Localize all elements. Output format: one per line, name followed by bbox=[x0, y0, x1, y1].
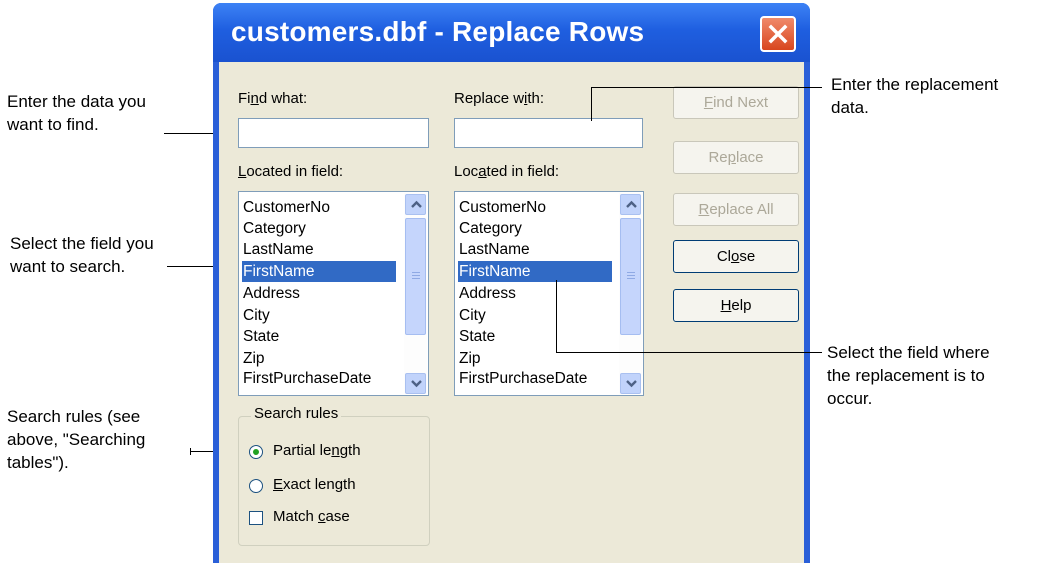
scroll-thumb[interactable] bbox=[405, 218, 426, 335]
chevron-up-icon bbox=[626, 200, 637, 208]
replace-field-listbox[interactable]: CustomerNo Category LastName FirstName A… bbox=[454, 191, 644, 396]
find-field-label: Located in field: bbox=[238, 163, 344, 180]
chevron-up-icon bbox=[411, 200, 422, 208]
scroll-up-button[interactable] bbox=[620, 194, 641, 215]
title-bar[interactable]: customers.dbf - Replace Rows bbox=[213, 3, 810, 62]
list-item[interactable]: State bbox=[458, 326, 612, 347]
annotation-replace-field: Select the field where the replacement i… bbox=[827, 343, 990, 408]
replace-button[interactable]: Replace bbox=[673, 141, 799, 174]
exact-length-radio[interactable] bbox=[249, 479, 263, 493]
scroll-up-button[interactable] bbox=[405, 194, 426, 215]
list-item[interactable]: City bbox=[458, 305, 612, 326]
leader-line-replace-v bbox=[591, 87, 592, 121]
leader-line-replace-field-v bbox=[556, 280, 557, 352]
list-item[interactable]: Address bbox=[242, 283, 396, 304]
find-what-label: Find what: bbox=[238, 90, 308, 107]
list-item[interactable]: CustomerNo bbox=[458, 197, 612, 218]
search-rules-title: Search rules bbox=[251, 405, 342, 422]
annotation-find: Enter the data you want to find. bbox=[7, 92, 146, 134]
match-case-label[interactable]: Match case bbox=[273, 508, 350, 525]
list-item[interactable]: City bbox=[242, 305, 396, 326]
find-what-input[interactable] bbox=[238, 118, 429, 148]
replace-all-button[interactable]: Replace All bbox=[673, 193, 799, 226]
annotation-replace: Enter the replacement data. bbox=[831, 75, 999, 117]
list-item-selected[interactable]: FirstName bbox=[458, 261, 612, 282]
list-item[interactable]: Category bbox=[242, 218, 396, 239]
dialog-body: Find what: Replace with: Located in fiel… bbox=[219, 62, 804, 563]
list-item[interactable]: Address bbox=[458, 283, 612, 304]
close-button[interactable]: Close bbox=[673, 240, 799, 273]
replace-field-label: Located in field: bbox=[454, 163, 560, 180]
leader-line-replace bbox=[591, 87, 822, 88]
list-item[interactable]: LastName bbox=[242, 239, 396, 260]
replace-with-input[interactable] bbox=[454, 118, 643, 148]
match-case-checkbox[interactable] bbox=[249, 511, 263, 525]
help-button[interactable]: Help bbox=[673, 289, 799, 322]
partial-length-label[interactable]: Partial length bbox=[273, 442, 361, 459]
find-field-scrollbar[interactable] bbox=[404, 193, 427, 394]
chevron-down-icon bbox=[626, 380, 637, 388]
scroll-thumb[interactable] bbox=[620, 218, 641, 335]
annotation-rules: Search rules (see above, "Searching tabl… bbox=[7, 407, 146, 472]
window-title: customers.dbf - Replace Rows bbox=[231, 16, 645, 47]
list-item[interactable]: FirstPurchaseDate bbox=[458, 368, 612, 389]
list-item[interactable]: Zip bbox=[242, 348, 396, 369]
scroll-down-button[interactable] bbox=[620, 373, 641, 394]
scroll-down-button[interactable] bbox=[405, 373, 426, 394]
leader-line-replace-field bbox=[556, 352, 822, 353]
chevron-down-icon bbox=[411, 380, 422, 388]
leader-line-rules-v bbox=[190, 448, 191, 455]
replace-field-scrollbar[interactable] bbox=[619, 193, 642, 394]
find-field-listbox[interactable]: CustomerNo Category LastName FirstName A… bbox=[238, 191, 429, 396]
find-next-button[interactable]: Find Next bbox=[673, 86, 799, 119]
list-item[interactable]: Category bbox=[458, 218, 612, 239]
annotation-field: Select the field you want to search. bbox=[10, 234, 154, 276]
list-item[interactable]: FirstPurchaseDate bbox=[242, 368, 396, 389]
list-item[interactable]: CustomerNo bbox=[242, 197, 396, 218]
list-item[interactable]: LastName bbox=[458, 239, 612, 260]
exact-length-label[interactable]: Exact length bbox=[273, 476, 356, 493]
close-icon bbox=[768, 24, 788, 44]
partial-length-radio[interactable] bbox=[249, 445, 263, 459]
list-item[interactable]: State bbox=[242, 326, 396, 347]
replace-with-label: Replace with: bbox=[454, 90, 545, 107]
close-window-button[interactable] bbox=[760, 16, 796, 52]
list-item-selected[interactable]: FirstName bbox=[242, 261, 396, 282]
